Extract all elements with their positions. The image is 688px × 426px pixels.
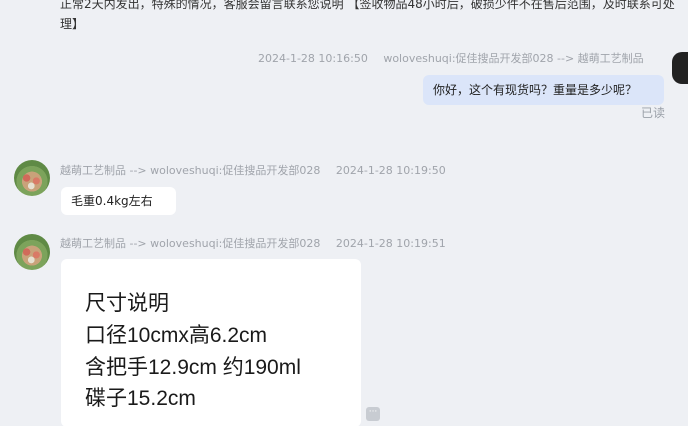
order-notice: 正常2天内发出，特殊的情况，客服会留言联系您说明 【签收物品48小时后，破损少件… (60, 0, 688, 34)
image-text-line: 尺寸说明 (85, 292, 169, 315)
message-timestamp: 2024-1-28 10:19:50 (335, 164, 446, 177)
user-avatar-partial (672, 52, 688, 84)
outgoing-message-bubble[interactable]: 你好，这个有现货吗？重量是多少呢？ (423, 75, 664, 105)
message-timestamp: 2024-1-28 10:16:50 (258, 52, 368, 65)
message-meta-incoming: 越萌工艺制品 --> woloveshuqi:促佳搜品开发部028 2024-1… (60, 162, 446, 178)
message-meta-outgoing: 2024-1-28 10:16:50 woloveshuqi:促佳搜品开发部02… (258, 50, 644, 66)
image-message[interactable]: 尺寸说明 口径10cmx高6.2cm 含把手12.9cm 约190ml 碟子15… (61, 259, 361, 426)
message-sender: woloveshuqi:促佳搜品开发部028 --> 越萌工艺制品 (383, 52, 644, 65)
message-text: 你好，这个有现货吗？重量是多少呢？ (433, 83, 638, 97)
order-notice-line1: 正常2天内发出，特殊的情况，客服会留言联系您说明 【签收物品48小时后，破损少件… (60, 0, 675, 11)
message-sender: 越萌工艺制品 --> woloveshuqi:促佳搜品开发部028 (60, 164, 321, 177)
message-sender: 越萌工艺制品 --> woloveshuqi:促佳搜品开发部028 (60, 237, 321, 250)
read-status: 已读 (641, 106, 666, 120)
more-options-icon[interactable]: ··· (366, 407, 380, 421)
order-notice-line2: 理】 (60, 17, 85, 31)
seller-avatar[interactable] (14, 160, 50, 196)
seller-avatar[interactable] (14, 234, 50, 270)
image-text-line: 含把手12.9cm 约190ml (85, 356, 301, 379)
message-timestamp: 2024-1-28 10:19:51 (335, 237, 446, 250)
message-meta-incoming: 越萌工艺制品 --> woloveshuqi:促佳搜品开发部028 2024-1… (60, 235, 446, 251)
image-text-line: 口径10cmx高6.2cm (85, 324, 268, 347)
incoming-message-bubble[interactable]: 毛重0.4kg左右 (61, 187, 176, 215)
image-text-line: 碟子15.2cm (85, 387, 196, 410)
message-text: 毛重0.4kg左右 (71, 194, 153, 208)
